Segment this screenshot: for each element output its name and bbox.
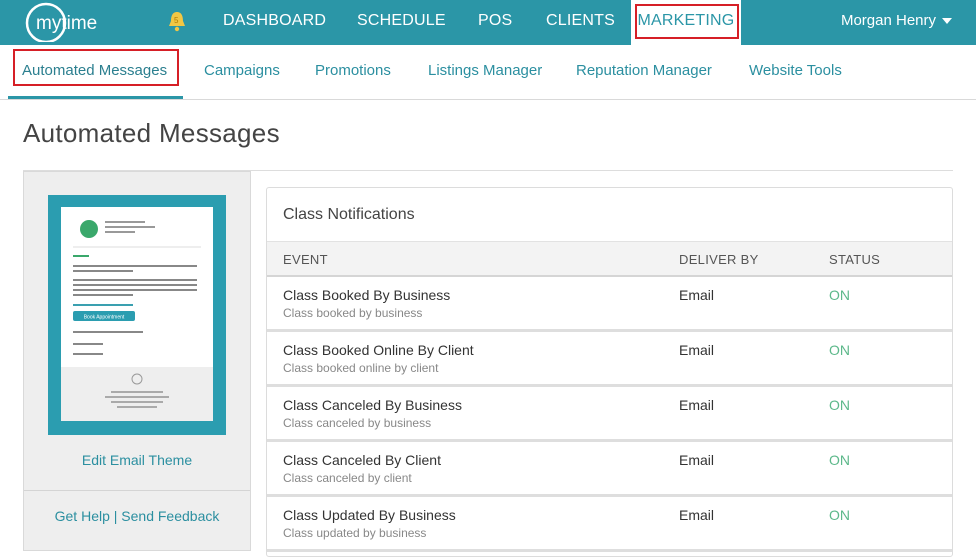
column-header-event: EVENT (283, 252, 328, 267)
subnav-campaigns[interactable]: Campaigns (204, 45, 280, 97)
event-description: Class updated by business (283, 526, 427, 540)
subnav-website-tools[interactable]: Website Tools (749, 45, 842, 97)
event-description: Class booked by business (283, 306, 423, 320)
marketing-sub-nav: Automated Messages Campaigns Promotions … (0, 45, 976, 100)
email-theme-panel: Book Appointment Edit Email Theme Get He… (23, 171, 251, 551)
email-preview-graphic: Book Appointment (61, 220, 213, 421)
table-row[interactable]: Class Canceled By Business Class cancele… (267, 387, 952, 442)
deliver-by-value: Email (679, 287, 715, 303)
deliver-by-value: Email (679, 452, 715, 468)
status-value[interactable]: ON (829, 287, 850, 303)
table-row[interactable]: Class Booked By Business Class booked by… (267, 277, 952, 332)
card-title: Class Notifications (283, 206, 415, 223)
nav-clients[interactable]: CLIENTS (546, 0, 615, 45)
deliver-by-value: Email (679, 342, 715, 358)
notification-bell-icon[interactable]: 5 (167, 10, 187, 32)
subnav-reputation-manager[interactable]: Reputation Manager (576, 45, 712, 97)
status-value[interactable]: ON (829, 507, 850, 523)
svg-text:Book Appointment: Book Appointment (84, 315, 125, 321)
status-value[interactable]: ON (829, 397, 850, 413)
status-value[interactable]: ON (829, 452, 850, 468)
page-title: Automated Messages (23, 118, 280, 148)
event-name: Class Updated By Business (283, 507, 456, 523)
svg-text:mytime: mytime (36, 13, 97, 34)
panel-divider (24, 490, 250, 491)
event-description: Class booked online by client (283, 361, 439, 375)
nav-dashboard[interactable]: DASHBOARD (223, 0, 326, 45)
caret-down-icon (942, 18, 952, 25)
event-description: Class canceled by business (283, 416, 432, 430)
send-feedback-link[interactable]: Send Feedback (121, 508, 219, 524)
table-row[interactable]: Class Updated By Business Class updated … (267, 497, 952, 552)
class-notifications-card: Class Notifications EVENT DELIVER BY STA… (266, 187, 953, 557)
column-header-deliver-by: DELIVER BY (679, 252, 759, 267)
event-description: Class canceled by client (283, 471, 412, 485)
event-name: Class Booked Online By Client (283, 342, 474, 358)
event-name: Class Canceled By Business (283, 397, 462, 413)
link-separator: | (113, 508, 118, 524)
email-preview-body: Book Appointment (61, 207, 213, 421)
status-value[interactable]: ON (829, 342, 850, 358)
table-row[interactable]: Class Canceled By Client Class canceled … (267, 442, 952, 497)
get-help-link[interactable]: Get Help (55, 508, 110, 524)
mytime-logo[interactable]: mytime (24, 2, 144, 42)
nav-schedule[interactable]: SCHEDULE (357, 0, 446, 45)
deliver-by-value: Email (679, 397, 715, 413)
subnav-automated-messages[interactable]: Automated Messages (22, 45, 167, 97)
nav-marketing[interactable]: MARKETING (631, 0, 741, 45)
active-tab-underline (8, 96, 183, 99)
subnav-listings-manager[interactable]: Listings Manager (428, 45, 542, 97)
column-header-status: STATUS (829, 252, 881, 267)
user-menu[interactable]: Morgan Henry (841, 0, 952, 42)
event-name: Class Canceled By Client (283, 452, 441, 468)
nav-pos[interactable]: POS (478, 0, 512, 45)
table-header: EVENT DELIVER BY STATUS (267, 241, 952, 277)
subnav-promotions[interactable]: Promotions (315, 45, 391, 97)
email-theme-preview[interactable]: Book Appointment (48, 195, 226, 435)
edit-email-theme-link[interactable]: Edit Email Theme (24, 452, 250, 468)
help-links: Get Help | Send Feedback (24, 508, 250, 524)
top-nav-bar: mytime 5 DASHBOARD SCHEDULE POS CLIENTS … (0, 0, 976, 45)
table-row[interactable]: Class Booked Online By Client Class book… (267, 332, 952, 387)
user-name: Morgan Henry (840, 12, 936, 29)
svg-text:5: 5 (174, 16, 179, 25)
deliver-by-value: Email (679, 507, 715, 523)
event-name: Class Booked By Business (283, 287, 451, 303)
